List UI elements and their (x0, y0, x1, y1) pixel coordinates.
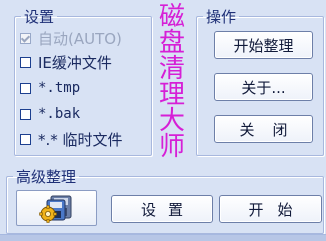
main-window: 设置 自动(AUTO) IE缓冲文件 *.tmp *.bak *.* 临时文件 … (0, 0, 326, 241)
disk-tools-button[interactable] (16, 190, 97, 226)
app-title-char: 师 (158, 132, 185, 162)
advanced-group-title: 高级整理 (16, 168, 77, 186)
option-bak[interactable]: *.bak (20, 105, 80, 123)
app-title: 磁 盘 清 理 大 师 (156, 4, 188, 160)
advanced-settings-button[interactable]: 设置 (111, 195, 213, 223)
close-button[interactable]: 关闭 (214, 115, 313, 143)
app-title-char: 大 (158, 106, 185, 136)
operations-group-title: 操作 (206, 8, 237, 26)
option-temp-files-checkbox[interactable] (20, 133, 31, 145)
option-auto-checkbox[interactable] (20, 32, 31, 44)
settings-group-title: 设置 (24, 8, 55, 26)
option-auto[interactable]: 自动(AUTO) (20, 29, 122, 48)
option-auto-label: 自动(AUTO) (38, 29, 122, 48)
option-tmp[interactable]: *.tmp (20, 79, 80, 97)
option-bak-label: *.bak (38, 106, 81, 122)
option-temp-files[interactable]: *.* 临时文件 (20, 130, 123, 149)
app-title-char: 盘 (158, 28, 185, 58)
option-tmp-label: *.tmp (38, 80, 81, 96)
option-ie-cache[interactable]: IE缓冲文件 (20, 53, 112, 72)
app-title-char: 磁 (158, 2, 185, 32)
app-title-char: 理 (158, 80, 185, 110)
advanced-start-button[interactable]: 开始 (219, 195, 322, 223)
disk-tools-icon (38, 195, 71, 223)
option-temp-files-label: *.* 临时文件 (38, 130, 123, 149)
app-title-char: 清 (158, 54, 185, 84)
option-ie-cache-checkbox[interactable] (20, 56, 31, 68)
about-button[interactable]: 关于... (214, 73, 313, 101)
option-ie-cache-label: IE缓冲文件 (38, 53, 112, 72)
option-bak-checkbox[interactable] (20, 108, 31, 120)
option-tmp-checkbox[interactable] (20, 82, 31, 94)
start-clean-button[interactable]: 开始整理 (214, 31, 313, 59)
